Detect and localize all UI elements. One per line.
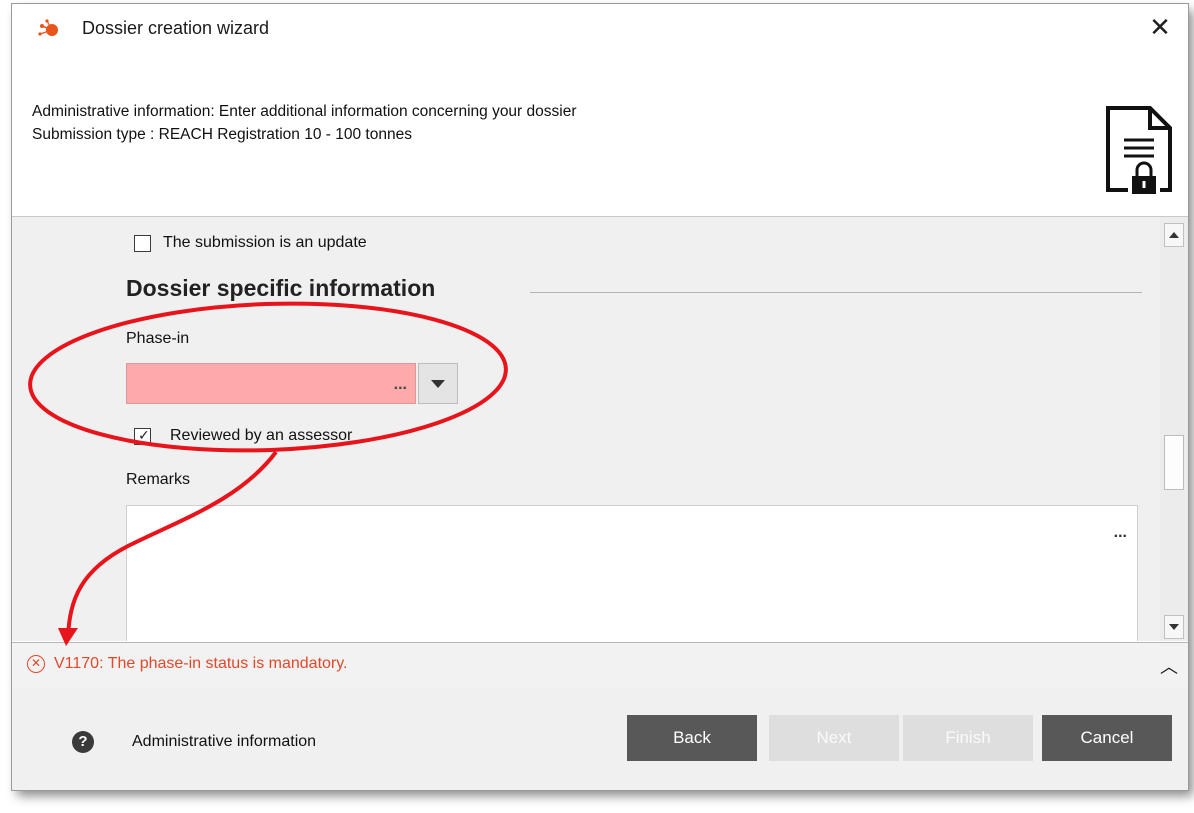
section-divider: [530, 292, 1142, 293]
document-lock-icon: [1106, 106, 1172, 194]
reviewed-checkbox-label: Reviewed by an assessor: [170, 427, 353, 444]
wizard-header: Administrative information: Enter additi…: [32, 100, 577, 146]
close-icon[interactable]: ✕: [1144, 12, 1176, 44]
molecule-icon: [38, 19, 58, 36]
update-checkbox-label: The submission is an update: [163, 234, 367, 251]
cancel-button[interactable]: Cancel: [1042, 715, 1172, 761]
window-title: Dossier creation wizard: [82, 18, 270, 38]
arrow-up-icon: [1169, 232, 1179, 238]
title-bar: Dossier creation wizard ✕: [12, 4, 1188, 50]
remarks-label: Remarks: [126, 471, 191, 488]
scroll-up-button[interactable]: [1164, 223, 1184, 247]
phase-in-more-button[interactable]: ...: [394, 376, 407, 394]
error-icon: ✕: [27, 655, 45, 673]
vertical-scrollbar[interactable]: [1160, 217, 1188, 641]
next-button[interactable]: Next: [769, 715, 899, 761]
validation-message-bar: ✕ V1170: The phase-in status is mandator…: [12, 642, 1188, 688]
wizard-window: Dossier creation wizard ✕ Administrative…: [12, 4, 1188, 790]
arrow-down-icon: [1169, 624, 1179, 630]
back-button[interactable]: Back: [627, 715, 757, 761]
checkmark-icon: ✓: [138, 428, 150, 444]
help-icon[interactable]: ?: [72, 731, 94, 753]
form-content: The submission is an update Dossier spec…: [12, 216, 1188, 641]
validation-message: V1170: The phase-in status is mandatory.: [54, 655, 348, 672]
remarks-more-button[interactable]: ...: [1114, 524, 1127, 542]
reviewed-checkbox[interactable]: ✓: [134, 428, 151, 445]
page-description: Administrative information: Enter additi…: [32, 103, 577, 120]
footer-step-label: Administrative information: [132, 733, 317, 750]
chevron-down-icon: [431, 380, 445, 388]
phase-in-field[interactable]: ...: [126, 363, 416, 404]
section-title: Dossier specific information: [126, 275, 436, 301]
submission-type: Submission type : REACH Registration 10 …: [32, 126, 412, 143]
finish-button[interactable]: Finish: [903, 715, 1033, 761]
chevron-up-icon[interactable]: ︿: [1160, 653, 1178, 679]
update-checkbox[interactable]: [134, 235, 151, 252]
scroll-thumb[interactable]: [1164, 435, 1184, 490]
scroll-down-button[interactable]: [1164, 615, 1184, 639]
wizard-footer: ? Administrative information Back Next F…: [12, 687, 1188, 790]
remarks-textarea[interactable]: ...: [126, 505, 1138, 641]
phase-in-dropdown-button[interactable]: [418, 363, 458, 404]
phase-in-label: Phase-in: [126, 330, 190, 347]
